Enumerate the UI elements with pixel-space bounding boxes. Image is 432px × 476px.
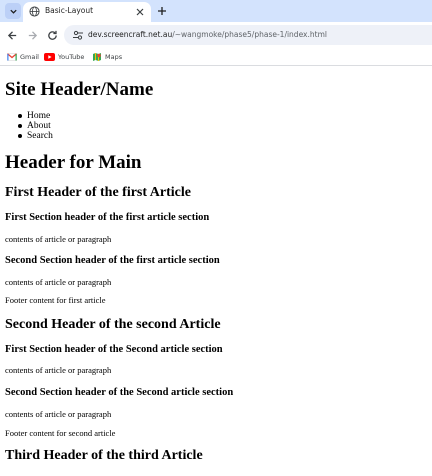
- close-icon: [136, 8, 143, 15]
- bookmark-label: Gmail: [20, 53, 39, 61]
- tab-search-button[interactable]: [5, 3, 21, 19]
- paragraph: contents of article or paragraph: [5, 409, 112, 419]
- bookmark-youtube[interactable]: YouTube: [44, 51, 84, 63]
- bookmarks-bar: Gmail YouTube Maps: [0, 48, 432, 66]
- article-header: Second Header of the second Article: [5, 317, 221, 332]
- main-header: Header for Main: [5, 152, 142, 173]
- url-text: dev.screencraft.net.au/~wangmoke/phase5/…: [88, 30, 327, 39]
- paragraph: contents of article or paragraph: [5, 365, 112, 375]
- page-content: Site Header/Name Home About Search Heade…: [0, 67, 432, 476]
- browser-tab[interactable]: Basic-Layout: [23, 2, 151, 22]
- bookmark-gmail[interactable]: Gmail: [7, 51, 39, 63]
- article-footer: Footer content for first article: [5, 295, 106, 305]
- section-header: First Section header of the first articl…: [5, 212, 210, 223]
- bookmark-maps[interactable]: Maps: [92, 51, 122, 63]
- nav-item-search: Search: [18, 131, 53, 141]
- tab-title: Basic-Layout: [45, 6, 94, 15]
- maps-icon: [93, 53, 101, 61]
- arrow-left-icon: [7, 30, 16, 40]
- paragraph: contents of article or paragraph: [5, 277, 112, 287]
- site-header: Site Header/Name: [5, 79, 154, 100]
- chevron-down-icon: [9, 9, 17, 14]
- tab-strip: Basic-Layout: [0, 0, 432, 22]
- nav-item-about: About: [18, 121, 53, 131]
- reload-button[interactable]: [45, 28, 59, 42]
- back-button[interactable]: [5, 28, 19, 42]
- section-header: Second Section header of the first artic…: [5, 255, 220, 266]
- section-header: First Section header of the Second artic…: [5, 344, 223, 355]
- url-host: dev.screencraft.net.au: [88, 30, 173, 39]
- reload-icon: [47, 30, 57, 40]
- article-footer: Footer content for second article: [5, 428, 116, 438]
- url-path: /~wangmoke/phase5/phase-1/index.html: [172, 30, 327, 39]
- bookmark-label: Maps: [105, 53, 123, 61]
- browser-toolbar: dev.screencraft.net.au/~wangmoke/phase5/…: [0, 22, 432, 48]
- section-header: Second Section header of the Second arti…: [5, 387, 234, 398]
- article-header: First Header of the first Article: [5, 185, 191, 200]
- address-bar[interactable]: dev.screencraft.net.au/~wangmoke/phase5/…: [64, 25, 432, 45]
- plus-icon: [158, 7, 166, 15]
- youtube-icon: [44, 53, 55, 61]
- globe-icon: [29, 6, 40, 17]
- forward-button[interactable]: [25, 28, 39, 42]
- article-header: Third Header of the third Article: [5, 448, 203, 463]
- tab-close-button[interactable]: [134, 6, 145, 17]
- nav-item-home: Home: [18, 111, 53, 121]
- bookmark-label: YouTube: [58, 53, 85, 61]
- site-nav: Home About Search: [18, 111, 53, 141]
- new-tab-button[interactable]: [155, 4, 169, 18]
- arrow-right-icon: [28, 30, 37, 40]
- gmail-icon: [7, 53, 17, 61]
- paragraph: contents of article or paragraph: [5, 234, 112, 244]
- site-settings-icon[interactable]: [72, 29, 84, 41]
